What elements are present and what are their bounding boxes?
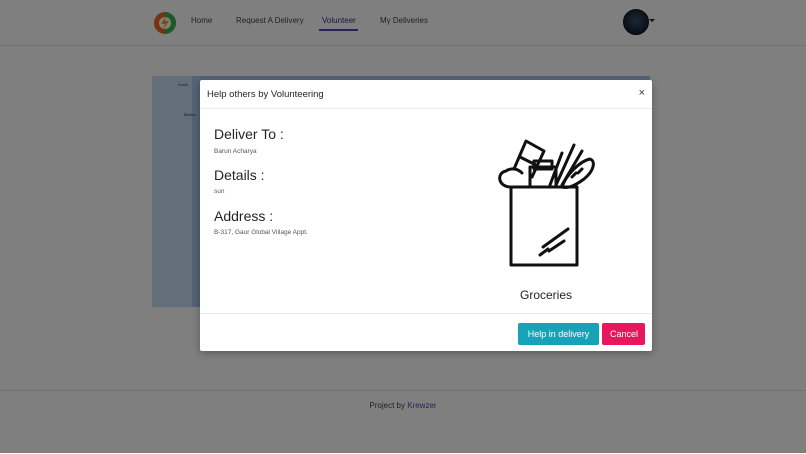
address-label: Address : [214,208,274,224]
modal-footer: Help in delivery Cancel [200,313,652,352]
details-value: sun [214,188,225,195]
deliver-to-value: Barun Acharya [214,148,257,155]
grocery-bag-icon [498,139,595,267]
help-in-delivery-button[interactable]: Help in delivery [518,323,599,345]
details-label: Details : [214,167,265,183]
volunteer-modal: Help others by Volunteering × Deliver To… [200,80,652,351]
close-icon[interactable]: × [639,87,645,99]
cancel-button[interactable]: Cancel [602,323,645,345]
modal-title: Help others by Volunteering [207,89,324,100]
modal-header: Help others by Volunteering × [200,80,652,109]
deliver-to-label: Deliver To : [214,126,284,142]
item-name: Groceries [519,288,572,302]
address-value: B-317, Gaur Global Village Appt. [214,229,308,236]
